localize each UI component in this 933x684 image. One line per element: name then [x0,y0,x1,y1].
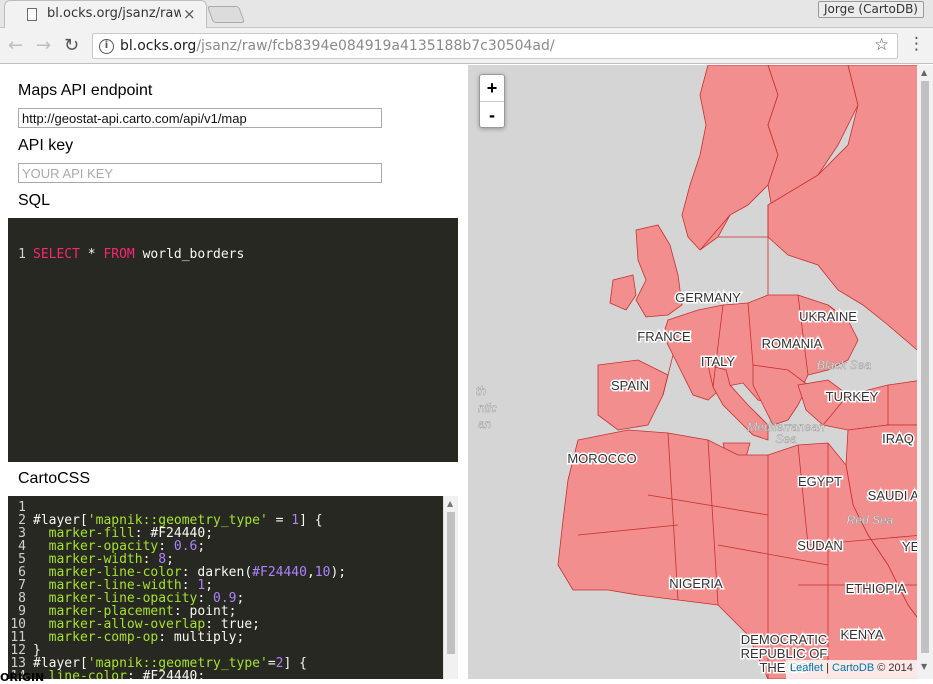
endpoint-label: Maps API endpoint [18,82,153,99]
code-token: : multiply; [158,630,245,645]
apikey-label: API key [18,137,74,154]
sql-keyword-from: FROM [103,247,135,262]
country-label: ITALY [701,354,736,369]
cartocss-label: CartoCSS [18,470,91,487]
back-icon[interactable]: ← [8,35,23,56]
sql-line: 1 SELECT * FROM world_borders [8,248,458,261]
url-host: bl.ocks.org [120,38,197,54]
browser-toolbar: ← → ↻ i bl.ocks.org/jsanz/raw/fcb8394e08… [0,28,933,64]
country-label: NIGERIA [669,576,723,591]
zoom-in-button[interactable]: + [480,75,504,101]
sea-label: Black Sea [817,358,871,372]
code-line: 11 marker-comp-op: multiply; [8,631,443,644]
document-icon [27,8,37,21]
reload-icon[interactable]: ↻ [64,35,79,56]
code-token: #F24440 [252,565,307,580]
map-scrollbar[interactable]: ▲ ▼ [917,65,933,679]
close-tab-icon[interactable]: × [183,5,196,23]
scrollbar-thumb[interactable] [921,81,929,653]
sql-label: SQL [18,192,51,209]
country-label: UKRAINE [799,309,857,324]
zoom-out-button[interactable]: - [480,101,504,127]
cartocss-scrollbar[interactable]: ▲ [443,496,458,679]
sql-table: world_borders [134,247,245,262]
new-tab-button[interactable] [206,6,246,23]
clipped-footer-text: ORIGIN [0,671,45,684]
tab-title: bl.ocks.org/jsanz/raw [47,6,181,21]
endpoint-input[interactable] [18,108,382,128]
tab-strip: bl.ocks.org/jsanz/raw × Jorge (CartoDB) [0,0,933,29]
sql-star: * [79,247,104,262]
sql-keyword-select: SELECT [33,247,80,262]
url-text[interactable]: bl.ocks.org/jsanz/raw/fcb8394e084919a413… [120,38,555,54]
sql-editor[interactable]: 1 SELECT * FROM world_borders [8,218,458,462]
sea-label: an [478,417,492,431]
map-tiles: GERMANY UKRAINE FRANCE ROMANIA ITALY SPAIN TUR… [476,65,932,679]
code-token: 10 [314,565,331,580]
country-label: REPUBLIC OF [741,646,828,661]
code-token: ; [236,591,245,606]
country-label: ROMANIA [762,336,823,351]
code-token: marker-comp-op [48,630,159,645]
sea-label: th [476,384,486,398]
cartodb-link[interactable]: CartoDB [832,662,874,674]
code-token: ); [330,565,347,580]
address-bar[interactable]: i bl.ocks.org/jsanz/raw/fcb8394e084919a4… [92,33,898,59]
country-label: FRANCE [637,329,691,344]
code-token: : #F24440; [126,669,206,679]
url-path: /jsanz/raw/fcb8394e084919a4135188b7c3050… [196,38,555,54]
country-label: GERMANY [675,290,741,305]
country-label: MOROCCO [567,451,636,466]
forward-icon[interactable]: → [36,35,51,56]
profile-button[interactable]: Jorge (CartoDB) [818,1,924,18]
code-token: 0.6 [173,539,198,554]
country-label: SUDAN [797,538,843,553]
apikey-input[interactable] [18,163,382,183]
info-icon[interactable]: i [99,39,114,54]
leaflet-link[interactable]: Leaflet [790,662,823,674]
code-token: = [267,656,276,671]
sea-label: Red Sea [847,513,894,527]
country-label: IRAQ [882,431,914,446]
cartocss-editor[interactable]: 1 2 #layer['mapnik::geometry_type' = 1] {3… [8,496,443,679]
bookmark-star-icon[interactable]: ☆ [874,35,889,55]
attribution-separator: | [823,662,833,674]
scrollbar-thumb[interactable] [447,512,455,654]
browser-menu-icon[interactable]: ⋮ [908,34,925,54]
country-label: ETHIOPIA [846,581,907,596]
code-token: ] { [299,513,323,528]
scroll-up-icon[interactable]: ▲ [921,68,927,77]
browser-tab[interactable]: bl.ocks.org/jsanz/raw × [4,0,207,29]
code-token: line-color [48,669,127,679]
code-token: 1 [291,513,300,528]
code-token: = [267,513,292,528]
cartocss-code: 1 2 #layer['mapnik::geometry_type' = 1] {3… [8,501,443,679]
line-number: 1 [18,247,26,262]
map-attribution: Leaflet | CartoDB © 2014 [786,660,933,679]
code-token: , [306,565,315,580]
country-label: EGYPT [798,474,842,489]
country-label: SPAIN [611,378,649,393]
sea-label: Sea [775,432,797,446]
country-label: DEMOCRATIC [741,632,827,647]
code-token: ] { [283,656,307,671]
zoom-control: + - [479,74,505,128]
attribution-year: © 2014 [874,662,913,674]
scroll-up-icon[interactable]: ▲ [447,499,453,508]
code-line: 14 line-color: #F24440; [8,670,443,679]
scroll-down-icon[interactable]: ▼ [921,662,927,671]
sea-label: ntic [478,401,497,415]
code-token: ; [197,539,206,554]
country-label: KENYA [840,627,883,642]
map[interactable]: GERMANY UKRAINE FRANCE ROMANIA ITALY SPAIN TUR… [468,65,933,679]
country-label: TURKEY [826,389,879,404]
